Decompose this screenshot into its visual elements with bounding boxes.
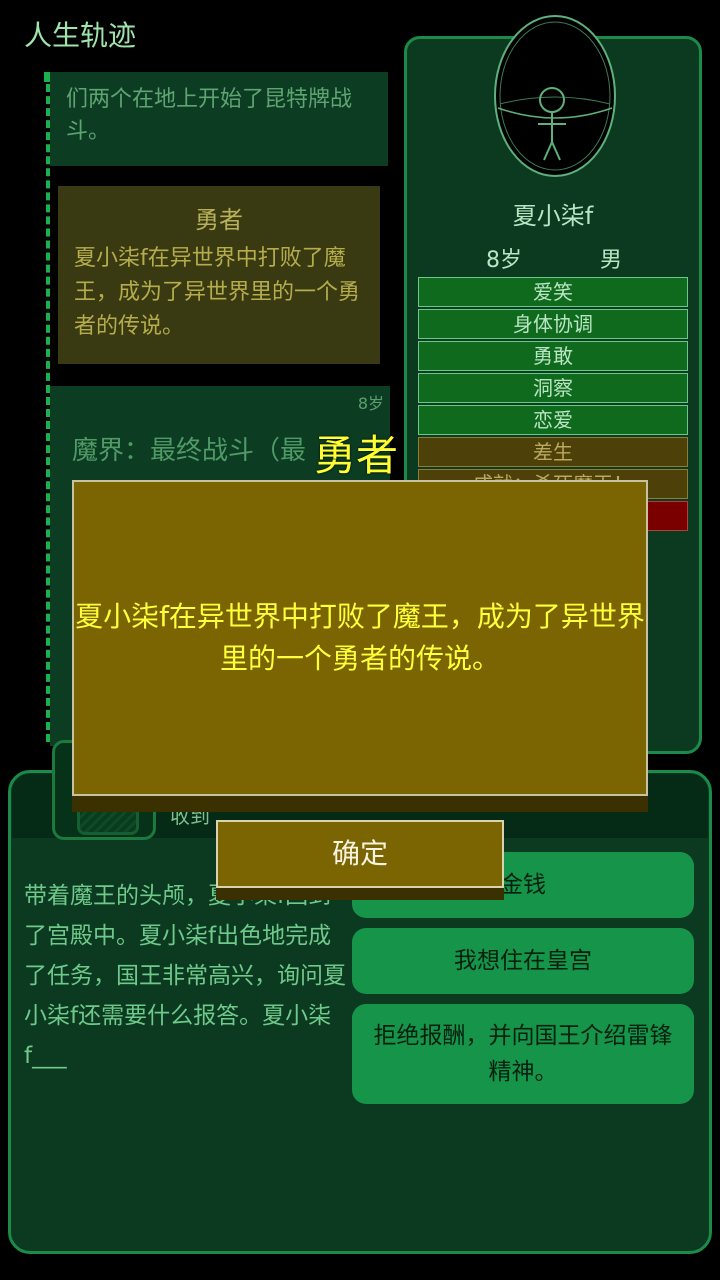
character-gender: 男 [600,248,623,273]
trait-item: 勇敢 [418,341,688,371]
trait-item: 差生 [418,437,688,467]
timeline-card[interactable]: 们两个在地上开始了昆特牌战斗。 [50,72,388,166]
timeline-card-text: 们两个在地上开始了昆特牌战斗。 [66,87,353,144]
choice-button-palace[interactable]: 我想住在皇宫 [352,928,694,994]
popup-shadow [72,796,648,812]
trait-item: 洞察 [418,373,688,403]
trait-item: 恋爱 [418,405,688,435]
timeline-card-achievement[interactable]: 勇者 夏小柒f在异世界中打败了魔王，成为了异世界里的一个勇者的传说。 [58,186,380,364]
timeline-card-title: 魔界：最终战斗（最 [72,436,307,466]
app-title: 人生轨迹 [24,19,137,52]
trait-item: 身体协调 [418,309,688,339]
popup-text: 夏小柒f在异世界中打败了魔王，成为了异世界里的一个勇者的传说。 [75,600,645,675]
popup-heading: 勇者 [314,431,399,480]
trait-item: 爱笑 [418,277,688,307]
timeline-card-age: 8岁 [357,394,384,413]
confirm-button-shadow [216,888,504,900]
timeline-card-title: 勇者 [195,206,243,234]
confirm-button[interactable]: 确定 [216,820,504,888]
avatar-egg-icon [490,8,620,178]
choice-button-refuse[interactable]: 拒绝报酬，并向国王介绍雷锋精神。 [352,1004,694,1104]
event-story-text: 带着魔王的头颅，夏小柒f回到了宫殿中。夏小柒f出色地完成了任务，国王非常高兴，询… [24,883,346,1069]
character-age: 8岁 [486,248,522,273]
character-name: 夏小柒f [512,202,594,230]
timeline-card-text: 夏小柒f在异世界中打败了魔王，成为了异世界里的一个勇者的传说。 [74,246,361,339]
